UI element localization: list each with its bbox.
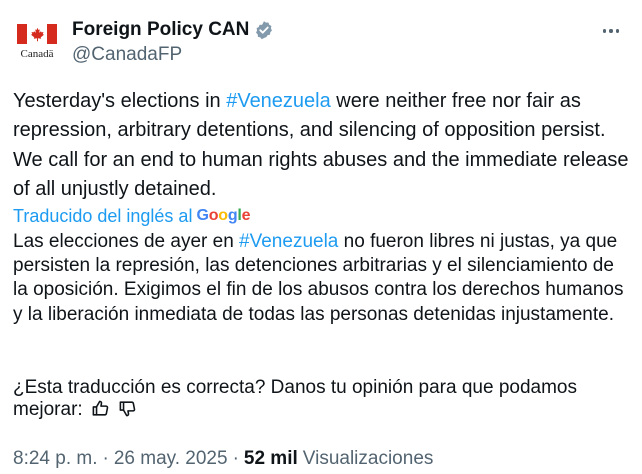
translated-text: Las elecciones de ayer en #Venezuela no … xyxy=(13,231,624,325)
avatar[interactable]: Canadä xyxy=(15,20,59,64)
thumbs-down-icon[interactable] xyxy=(118,399,137,418)
tweet-time[interactable]: 8:24 p. m. xyxy=(13,448,98,470)
display-name[interactable]: Foreign Policy CAN xyxy=(72,19,249,41)
views-count[interactable]: 52 mil xyxy=(244,448,298,470)
tweet-card: Canadä Foreign Policy CAN @CanadaFP Yest… xyxy=(0,0,642,474)
separator-dot: · xyxy=(232,448,239,469)
separator-dot: · xyxy=(102,448,109,469)
tweet-date[interactable]: 26 may. 2025 xyxy=(114,448,228,470)
translated-from-link[interactable]: Traducido del inglés al xyxy=(13,206,192,227)
views-label: Visualizaciones xyxy=(302,448,434,469)
handle[interactable]: @CanadaFP xyxy=(72,43,274,67)
hashtag-link[interactable]: #Venezuela xyxy=(226,90,331,112)
hashtag-link-translated[interactable]: #Venezuela xyxy=(239,231,338,252)
canada-flag-icon xyxy=(17,24,57,44)
more-options-icon[interactable] xyxy=(598,18,624,44)
google-logo: Google xyxy=(196,207,251,224)
tweet-text: Yesterday's elections in #Venezuela were… xyxy=(13,90,629,201)
verified-badge-icon[interactable] xyxy=(254,20,274,40)
tweet-metadata: 8:24 p. m. · 26 may. 2025 · 52 mil Visua… xyxy=(13,446,433,472)
translation-feedback: ¿Esta traducción es correcta? Danos tu o… xyxy=(13,377,577,420)
avatar-wordmark: Canadä xyxy=(20,48,54,60)
translation-attribution: Traducido del inglés al Google xyxy=(13,204,251,228)
tweet-header: Foreign Policy CAN @CanadaFP xyxy=(72,17,274,67)
thumbs-up-icon[interactable] xyxy=(91,399,110,418)
